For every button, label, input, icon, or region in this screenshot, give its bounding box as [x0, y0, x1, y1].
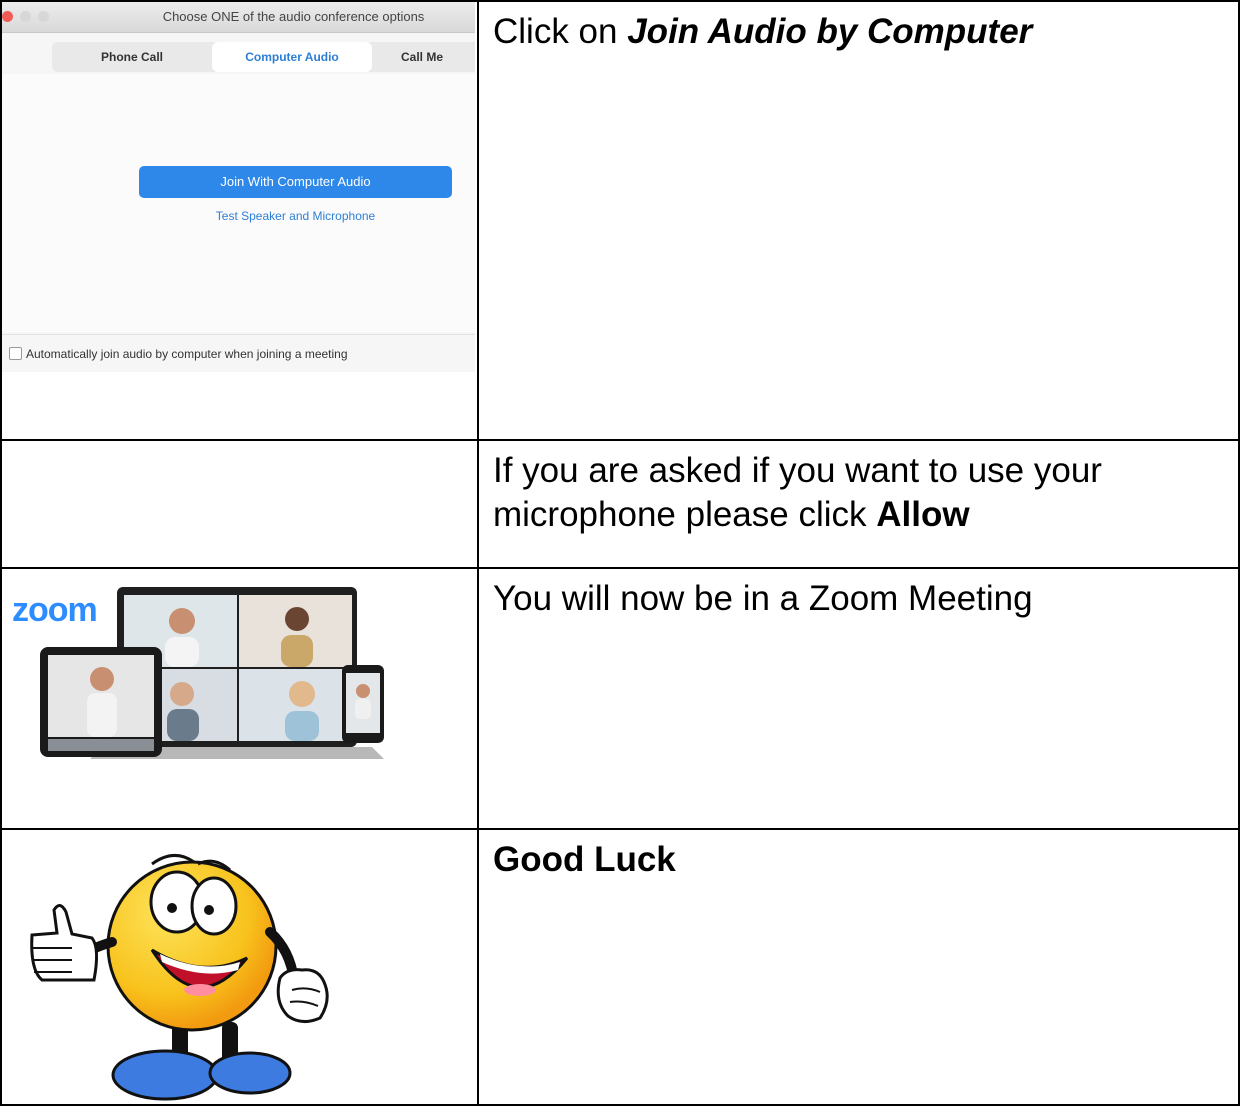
test-speaker-link[interactable]: Test Speaker and Microphone	[139, 209, 452, 223]
dialog-body: Join With Computer Audio Test Speaker an…	[2, 74, 475, 332]
step-3-text: You will now be in a Zoom Meeting	[477, 567, 1240, 830]
audio-tabs: Phone Call Computer Audio Call Me	[52, 42, 475, 72]
step-row-1: Choose ONE of the audio conference optio…	[0, 0, 1240, 441]
step-row-3: zoom You will now be in a Zoom Meeting	[0, 567, 1240, 830]
dialog-title: Choose ONE of the audio conference optio…	[162, 9, 425, 24]
devices-graphic	[40, 587, 384, 759]
step-4-text: Good Luck	[477, 828, 1240, 1106]
step-row-2: If you are asked if you want to use your…	[0, 439, 1240, 569]
smiley-thumbs-up-icon	[30, 854, 329, 1101]
dialog-footer: Automatically join audio by computer whe…	[2, 334, 475, 372]
instruction-table: Choose ONE of the audio conference optio…	[0, 0, 1240, 1106]
audio-options-dialog: Choose ONE of the audio conference optio…	[2, 2, 475, 372]
join-computer-audio-button[interactable]: Join With Computer Audio	[139, 166, 452, 198]
step-2-prefix: If you are asked if you want to use your…	[493, 451, 1102, 534]
thumbs-up-smiley	[2, 830, 475, 1104]
zoom-devices-illustration: zoom	[2, 569, 475, 828]
step-3-image-cell: zoom	[0, 567, 479, 830]
step-2-emphasis: Allow	[876, 495, 970, 534]
tab-call-me[interactable]: Call Me	[372, 42, 472, 72]
step-1-text: Click on Join Audio by Computer	[477, 0, 1240, 441]
step-1-emphasis: Join Audio by Computer	[627, 12, 1033, 51]
tab-computer-audio[interactable]: Computer Audio	[212, 42, 372, 72]
step-4-image-cell	[0, 828, 479, 1106]
tab-phone-call[interactable]: Phone Call	[52, 42, 212, 72]
step-1-prefix: Click on	[493, 12, 628, 51]
dialog-titlebar: Choose ONE of the audio conference optio…	[2, 2, 475, 33]
step-2-text: If you are asked if you want to use your…	[477, 439, 1240, 569]
step-row-4: Good Luck	[0, 828, 1240, 1106]
auto-join-label: Automatically join audio by computer whe…	[26, 347, 348, 361]
step-2-image-cell	[0, 439, 479, 569]
step-4-emphasis: Good Luck	[493, 840, 676, 879]
step-1-image-cell: Choose ONE of the audio conference optio…	[0, 0, 479, 441]
auto-join-checkbox[interactable]	[9, 347, 22, 360]
